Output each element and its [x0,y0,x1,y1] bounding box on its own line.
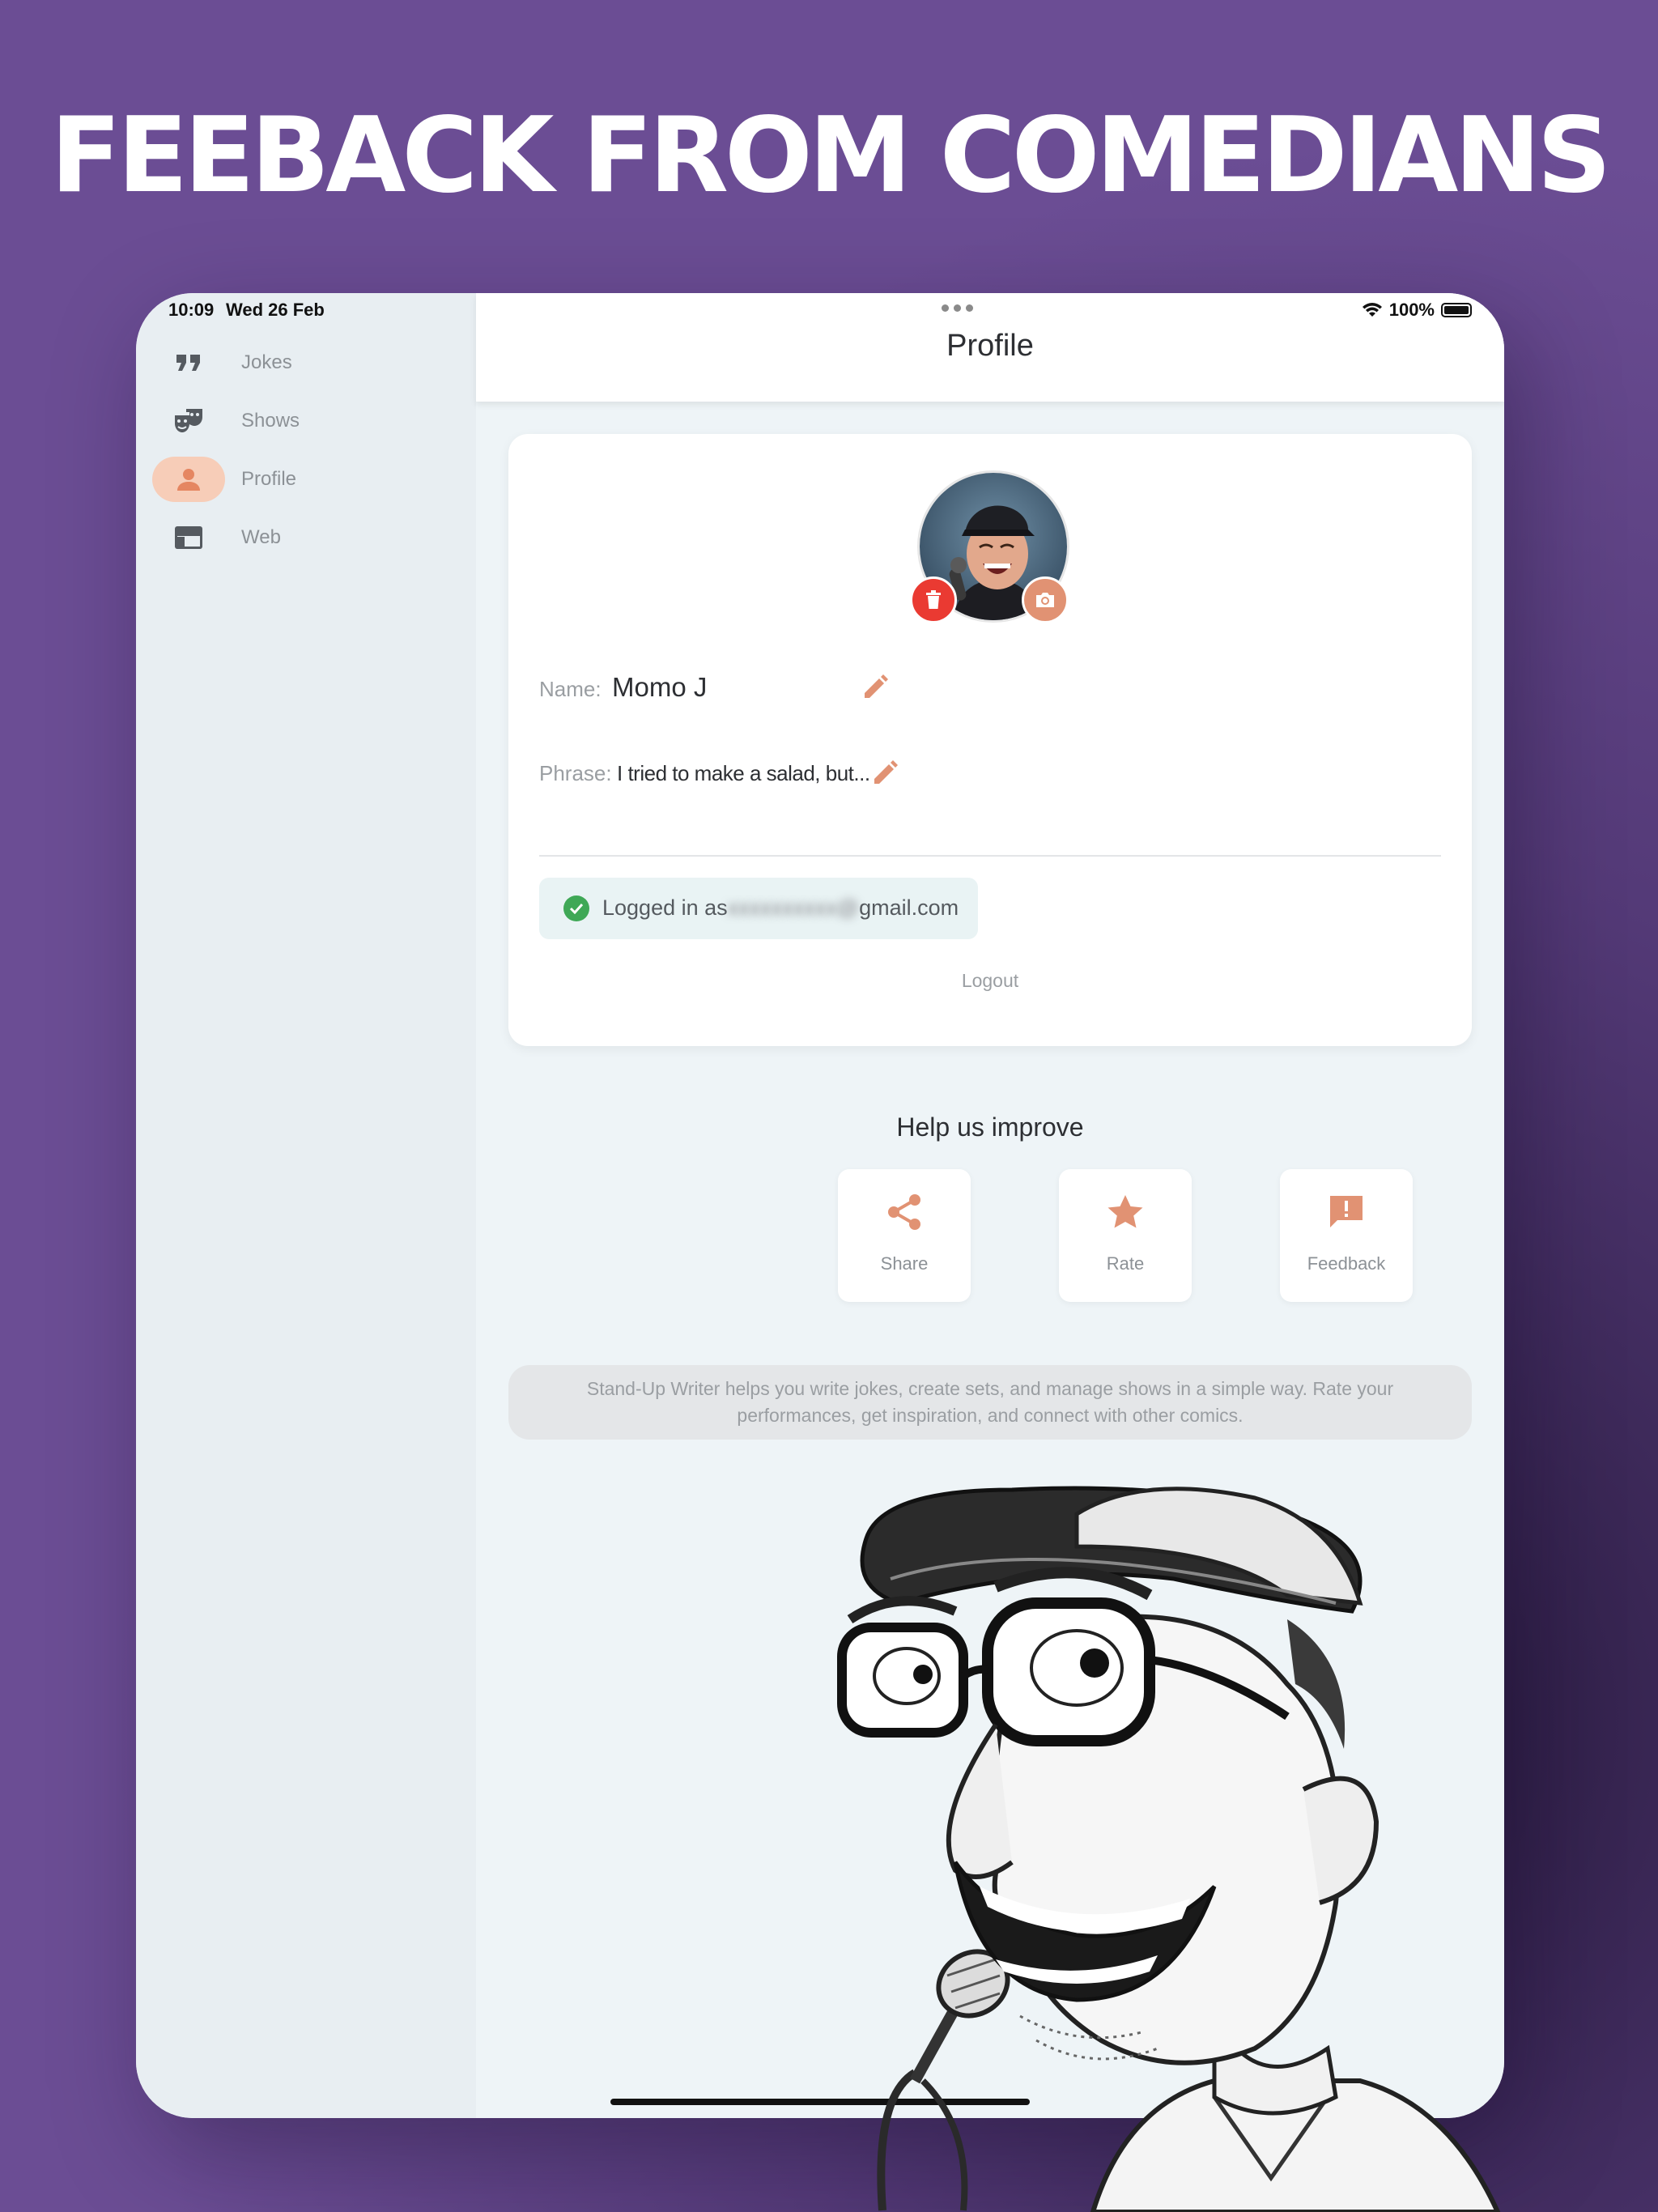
delete-photo-button[interactable] [910,576,957,623]
sidebar-item-label: Web [241,526,281,548]
sidebar: 10:09 Wed 26 Feb Jokes Shows Profile Web [136,293,476,2118]
feedback-icon [1280,1193,1413,1231]
name-label: Name: [539,677,602,701]
app-description: Stand-Up Writer helps you write jokes, c… [508,1365,1472,1440]
share-icon [838,1193,971,1231]
web-window-icon [152,515,225,560]
camera-icon [1036,593,1054,607]
rate-button[interactable]: Rate [1059,1169,1192,1302]
divider [539,855,1441,857]
help-section-title: Help us improve [896,1112,1084,1142]
page-title: Profile [946,329,1034,363]
status-date: Wed 26 Feb [226,300,325,320]
name-value: Momo J [612,672,708,702]
theater-masks-icon [152,398,225,444]
logout-button[interactable]: Logout [508,970,1472,992]
login-prefix: Logged in as [602,895,728,920]
blurred-email-part: xxxxxxxxxx@ [727,895,860,920]
login-suffix: gmail.com [859,895,959,920]
person-icon [152,457,225,502]
help-label: Share [880,1253,929,1274]
headline: FEEBACK FROM COMEDIANS [50,96,1611,216]
sidebar-item-label: Profile [241,468,297,490]
edit-name-pencil-icon[interactable] [861,672,891,701]
phrase-label: Phrase: [539,761,612,785]
status-time: 10:09 [168,300,215,320]
profile-card: Name: Momo J Phrase: I tried to make a s… [508,434,1472,1046]
sidebar-item-jokes[interactable]: Jokes [152,340,460,385]
sidebar-item-label: Jokes [241,351,292,373]
sidebar-item-profile[interactable]: Profile [152,457,460,502]
phrase-value: I tried to make a salad, but... [617,761,870,785]
battery-icon [1441,303,1472,317]
login-status: Logged in asxxxxxxxxxx@gmail.com [539,878,978,939]
edit-phrase-pencil-icon[interactable] [871,758,900,787]
quote-icon [152,340,225,385]
trash-icon [926,590,941,609]
feedback-button[interactable]: Feedback [1280,1169,1413,1302]
sidebar-item-web[interactable]: Web [152,515,460,560]
avatar-container [910,466,1075,628]
multitask-dots-icon[interactable] [942,304,973,312]
star-icon [1059,1193,1192,1231]
change-photo-button[interactable] [1022,576,1069,623]
share-button[interactable]: Share [838,1169,971,1302]
sidebar-item-label: Shows [241,410,300,432]
help-label: Rate [1106,1253,1145,1274]
help-label: Feedback [1307,1253,1386,1274]
check-circle-icon [563,895,589,921]
sidebar-item-shows[interactable]: Shows [152,398,460,444]
comedian-caricature-illustration [837,1486,1501,2212]
app-bar: Profile 100% [476,293,1504,402]
battery-percent: 100% [1388,300,1435,320]
wifi-icon [1362,303,1382,317]
status-right: 100% [1362,300,1472,321]
login-email-text: Logged in asxxxxxxxxxx@gmail.com [602,895,959,921]
